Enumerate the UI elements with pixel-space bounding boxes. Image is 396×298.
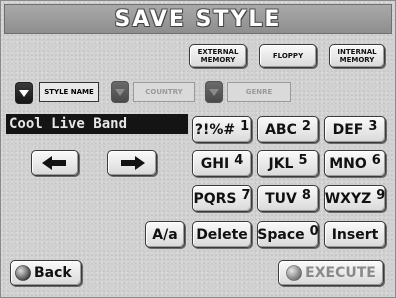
key-label: WXYZ bbox=[324, 190, 372, 207]
case-toggle-button[interactable]: A/a bbox=[145, 221, 185, 248]
key-label: MNO bbox=[329, 155, 367, 172]
country-select-button[interactable] bbox=[111, 81, 129, 103]
style-name-value: Cool Live Band bbox=[9, 116, 128, 132]
arrow-left-icon bbox=[42, 156, 66, 170]
title-bar: SAVE STYLE bbox=[4, 4, 392, 34]
triangle-down-icon bbox=[115, 88, 125, 96]
save-style-screen: SAVE STYLE EXTERNAL MEMORY FLOPPY INTERN… bbox=[0, 0, 396, 298]
key-number: 1 bbox=[240, 119, 250, 134]
key-number: 9 bbox=[376, 188, 386, 203]
key-label: ABC bbox=[265, 121, 297, 138]
key-number: 0 bbox=[309, 224, 319, 239]
floppy-label: FLOPPY bbox=[272, 52, 304, 60]
delete-label: Delete bbox=[196, 226, 248, 243]
internal-memory-button[interactable]: INTERNAL MEMORY bbox=[329, 44, 385, 68]
cursor-right-button[interactable] bbox=[107, 150, 157, 176]
page-title: SAVE STYLE bbox=[114, 6, 282, 32]
globe-icon bbox=[286, 265, 302, 281]
arrow-right-icon bbox=[121, 156, 145, 170]
key-8[interactable]: TUV 8 bbox=[257, 185, 319, 212]
style-name-label: STYLE NAME bbox=[44, 88, 94, 96]
external-memory-label: EXTERNAL MEMORY bbox=[197, 48, 239, 64]
back-button[interactable]: Back bbox=[10, 260, 82, 286]
key-label: GHI bbox=[200, 155, 230, 172]
triangle-down-icon bbox=[19, 89, 29, 97]
external-memory-button[interactable]: EXTERNAL MEMORY bbox=[189, 44, 247, 68]
triangle-down-icon bbox=[209, 88, 219, 96]
style-name-select-button[interactable] bbox=[15, 82, 33, 104]
space-label: Space bbox=[257, 226, 305, 243]
internal-memory-label: INTERNAL MEMORY bbox=[337, 48, 377, 64]
genre-label: GENRE bbox=[245, 88, 273, 96]
key-label: JKL bbox=[268, 155, 294, 172]
insert-button[interactable]: Insert bbox=[324, 221, 386, 248]
country-field[interactable]: COUNTRY bbox=[133, 82, 195, 102]
key-1[interactable]: ?!%# 1 bbox=[192, 116, 252, 143]
genre-select-button[interactable] bbox=[205, 81, 223, 103]
execute-button[interactable]: EXECUTE bbox=[278, 260, 384, 286]
cursor-left-button[interactable] bbox=[31, 150, 79, 176]
key-label: PQRS bbox=[193, 190, 237, 207]
style-name-field[interactable]: STYLE NAME bbox=[39, 82, 99, 102]
delete-button[interactable]: Delete bbox=[192, 221, 252, 248]
key-label: ?!%# bbox=[194, 121, 236, 138]
back-label: Back bbox=[34, 265, 72, 281]
key-label: DEF bbox=[332, 121, 364, 138]
key-number: 5 bbox=[298, 153, 308, 168]
case-toggle-label: A/a bbox=[152, 226, 178, 243]
key-number: 3 bbox=[368, 119, 378, 134]
key-number: 8 bbox=[301, 188, 311, 203]
key-number: 2 bbox=[301, 119, 311, 134]
genre-field[interactable]: GENRE bbox=[227, 82, 291, 102]
style-name-input[interactable]: Cool Live Band bbox=[6, 114, 188, 134]
key-number: 4 bbox=[234, 153, 244, 168]
key-number: 7 bbox=[241, 188, 251, 203]
key-5[interactable]: JKL 5 bbox=[257, 150, 319, 177]
key-3[interactable]: DEF 3 bbox=[324, 116, 386, 143]
key-6[interactable]: MNO 6 bbox=[324, 150, 386, 177]
floppy-button[interactable]: FLOPPY bbox=[259, 44, 317, 68]
country-label: COUNTRY bbox=[145, 88, 183, 96]
key-7[interactable]: PQRS 7 bbox=[192, 185, 252, 212]
key-label: TUV bbox=[265, 190, 297, 207]
key-9[interactable]: WXYZ 9 bbox=[324, 185, 386, 212]
key-2[interactable]: ABC 2 bbox=[257, 116, 319, 143]
key-4[interactable]: GHI 4 bbox=[192, 150, 252, 177]
space-button[interactable]: Space 0 bbox=[257, 221, 319, 248]
execute-label: EXECUTE bbox=[305, 265, 376, 281]
insert-label: Insert bbox=[331, 226, 379, 243]
globe-icon bbox=[15, 265, 31, 281]
key-number: 6 bbox=[371, 153, 381, 168]
